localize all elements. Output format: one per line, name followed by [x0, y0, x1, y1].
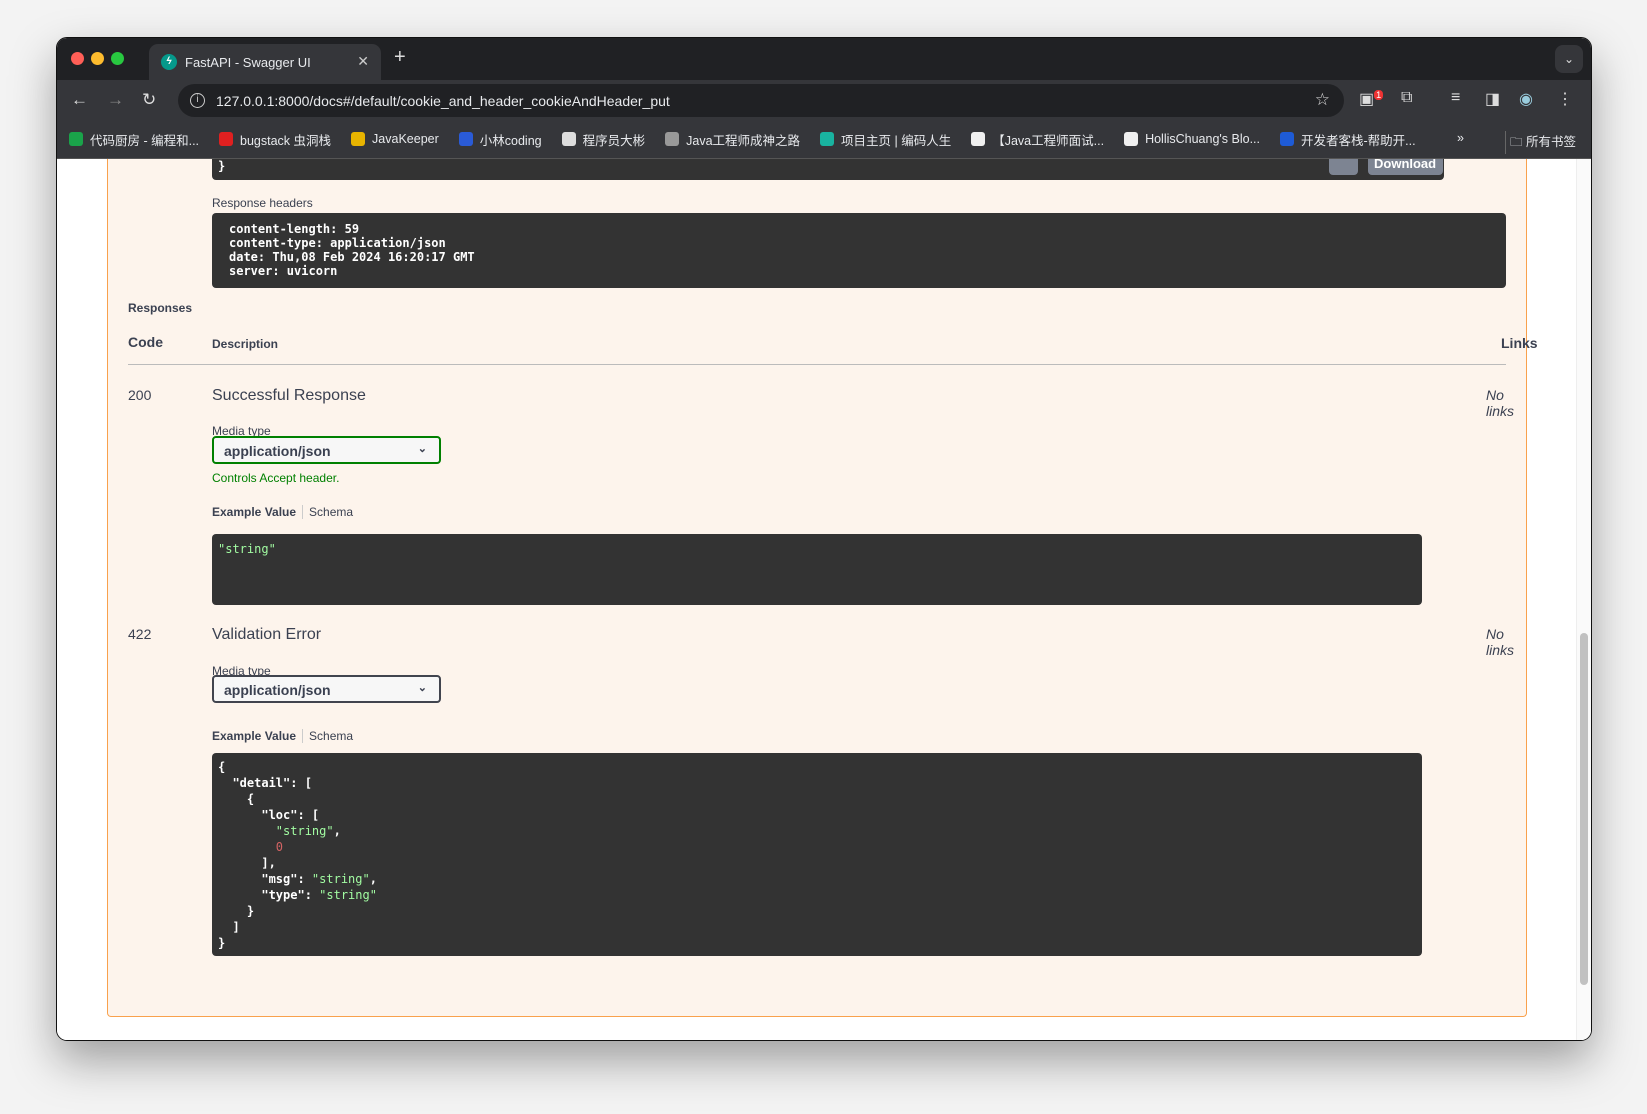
bookmark-label: JavaKeeper [372, 132, 439, 146]
bookmark-label: HollisChuang's Blo... [1145, 132, 1261, 146]
scrollbar-thumb[interactable] [1580, 633, 1588, 985]
response-code: 422 [128, 626, 152, 642]
extensions-puzzle-icon[interactable]: ⧉ [1401, 89, 1412, 107]
bookmark-item[interactable]: 小林coding [458, 130, 542, 149]
page-content: } Download Response headers content-leng… [57, 159, 1591, 1040]
close-window-button[interactable] [71, 52, 84, 65]
bookmark-label: 开发者客栈-帮助开... [1301, 133, 1416, 148]
more-bookmarks-button[interactable]: » [1457, 131, 1464, 145]
response-body-code: } [212, 159, 1444, 180]
site-info-icon[interactable]: i [190, 93, 205, 108]
tab-bar: ϟ FastAPI - Swagger UI ✕ + ⌄ [57, 38, 1591, 80]
response-headers-code: content-length: 59 content-type: applica… [212, 213, 1506, 288]
media-control-icon[interactable]: ≡ [1451, 89, 1460, 107]
media-type-value: application/json [224, 443, 331, 459]
bookmark-label: 代码厨房 - 编程和... [90, 133, 200, 148]
bookmark-favicon-icon [820, 132, 835, 146]
chevron-down-icon: ⌄ [417, 682, 427, 694]
all-bookmarks-folder[interactable]: 🗀 所有书签 [1505, 131, 1576, 154]
table-divider [128, 364, 1506, 365]
reload-icon[interactable]: ↻ [142, 90, 156, 110]
media-type-select[interactable]: application/json ⌄ [212, 436, 441, 464]
bookmark-label: 程序员大彬 [582, 133, 646, 148]
bookmark-favicon-icon [971, 132, 986, 146]
bookmark-item[interactable]: JavaKeeper [351, 132, 439, 146]
links-column-header: Links [1501, 335, 1538, 351]
extension-icon[interactable]: ▣ 1 [1359, 89, 1384, 109]
example-value-code: "string" [212, 534, 1422, 605]
description-column-header: Description [212, 337, 279, 351]
tab-title: FastAPI - Swagger UI [185, 54, 311, 70]
forward-icon[interactable]: → [107, 90, 124, 110]
maximize-window-button[interactable] [111, 52, 124, 65]
controls-accept-note: Controls Accept header. [212, 471, 340, 485]
bookmarks-bar: 代码厨房 - 编程和... bugstack 虫洞栈 JavaKeeper 小林cod… [57, 120, 1591, 159]
media-type-value: application/json [224, 682, 331, 698]
bookmark-label: 小林coding [479, 133, 542, 148]
toolbar: ← → ↻ i 127.0.0.1:8000/docs#/default/coo… [57, 80, 1591, 120]
bookmark-label: 项目主页 | 编码人生 [841, 133, 952, 148]
bookmark-label: bugstack 虫洞栈 [240, 133, 332, 148]
response-links: No links [1486, 626, 1515, 658]
new-tab-button[interactable]: + [394, 46, 406, 69]
bookmark-item[interactable]: 开发者客栈-帮助开... [1280, 130, 1416, 149]
close-tab-icon[interactable]: ✕ [357, 53, 369, 70]
response-code: 200 [128, 387, 152, 403]
bookmark-favicon-icon [1124, 132, 1139, 146]
bookmark-item[interactable]: HollisChuang's Blo... [1124, 132, 1260, 146]
bookmark-item[interactable]: 【Java工程师面试... [971, 130, 1104, 149]
response-links: No links [1486, 387, 1515, 419]
media-type-select[interactable]: application/json ⌄ [212, 675, 441, 703]
browser-tab[interactable]: ϟ FastAPI - Swagger UI ✕ [149, 44, 381, 80]
code-column-header: Code [128, 334, 163, 350]
example-value-tab[interactable]: Example Value [212, 505, 304, 519]
bookmark-item[interactable]: 代码厨房 - 编程和... [69, 130, 199, 149]
menu-icon[interactable]: ⋮ [1557, 89, 1573, 109]
fastapi-favicon-icon: ϟ [161, 54, 177, 70]
bookmark-item[interactable]: Java工程师成神之路 [665, 130, 800, 149]
all-bookmarks-label: 所有书签 [1525, 135, 1576, 149]
operation-block-put: } Download Response headers content-leng… [107, 159, 1538, 1017]
back-icon[interactable]: ← [71, 90, 88, 110]
response-description: Successful Response [212, 387, 366, 404]
extension-badge: 1 [1374, 89, 1384, 100]
bookmark-favicon-icon [458, 132, 473, 146]
browser-window: ϟ FastAPI - Swagger UI ✕ + ⌄ ← → ↻ i 127… [56, 37, 1592, 1041]
responses-label: Responses [128, 301, 193, 315]
example-value-code: { "detail": [ { "loc": [ "string", 0 ], … [212, 753, 1422, 956]
scrollbar[interactable] [1576, 159, 1591, 1040]
profile-avatar[interactable]: ◉ [1519, 89, 1533, 109]
bookmark-item[interactable]: 程序员大彬 [561, 130, 646, 149]
address-bar[interactable]: i 127.0.0.1:8000/docs#/default/cookie_an… [178, 84, 1344, 117]
response-headers-label: Response headers [212, 196, 313, 210]
side-panel-icon[interactable]: ◨ [1485, 89, 1500, 109]
minimize-window-button[interactable] [91, 52, 104, 65]
bookmark-label: 【Java工程师面试... [992, 133, 1105, 148]
schema-tab[interactable]: Schema [303, 729, 353, 743]
bookmark-favicon-icon [561, 132, 576, 146]
download-button[interactable]: Download [1368, 159, 1443, 175]
bookmark-star-icon[interactable]: ☆ [1315, 90, 1330, 110]
bookmark-label: Java工程师成神之路 [686, 133, 801, 148]
bookmark-favicon-icon [351, 132, 366, 146]
bookmark-item[interactable]: bugstack 虫洞栈 [219, 130, 331, 149]
folder-icon: 🗀 [1510, 135, 1526, 149]
example-value-tab[interactable]: Example Value [212, 729, 304, 743]
response-description: Validation Error [212, 626, 322, 643]
schema-tab[interactable]: Schema [303, 505, 353, 519]
copy-icon[interactable] [1329, 159, 1358, 175]
chevron-down-icon: ⌄ [417, 443, 427, 455]
url-text: 127.0.0.1:8000/docs#/default/cookie_and_… [216, 92, 670, 109]
bookmark-favicon-icon [665, 132, 680, 146]
bookmark-item[interactable]: 项目主页 | 编码人生 [820, 130, 951, 149]
bookmark-favicon-icon [69, 132, 83, 146]
tab-search-button[interactable]: ⌄ [1555, 45, 1583, 73]
bookmark-favicon-icon [1280, 132, 1295, 146]
bookmark-favicon-icon [219, 132, 234, 146]
